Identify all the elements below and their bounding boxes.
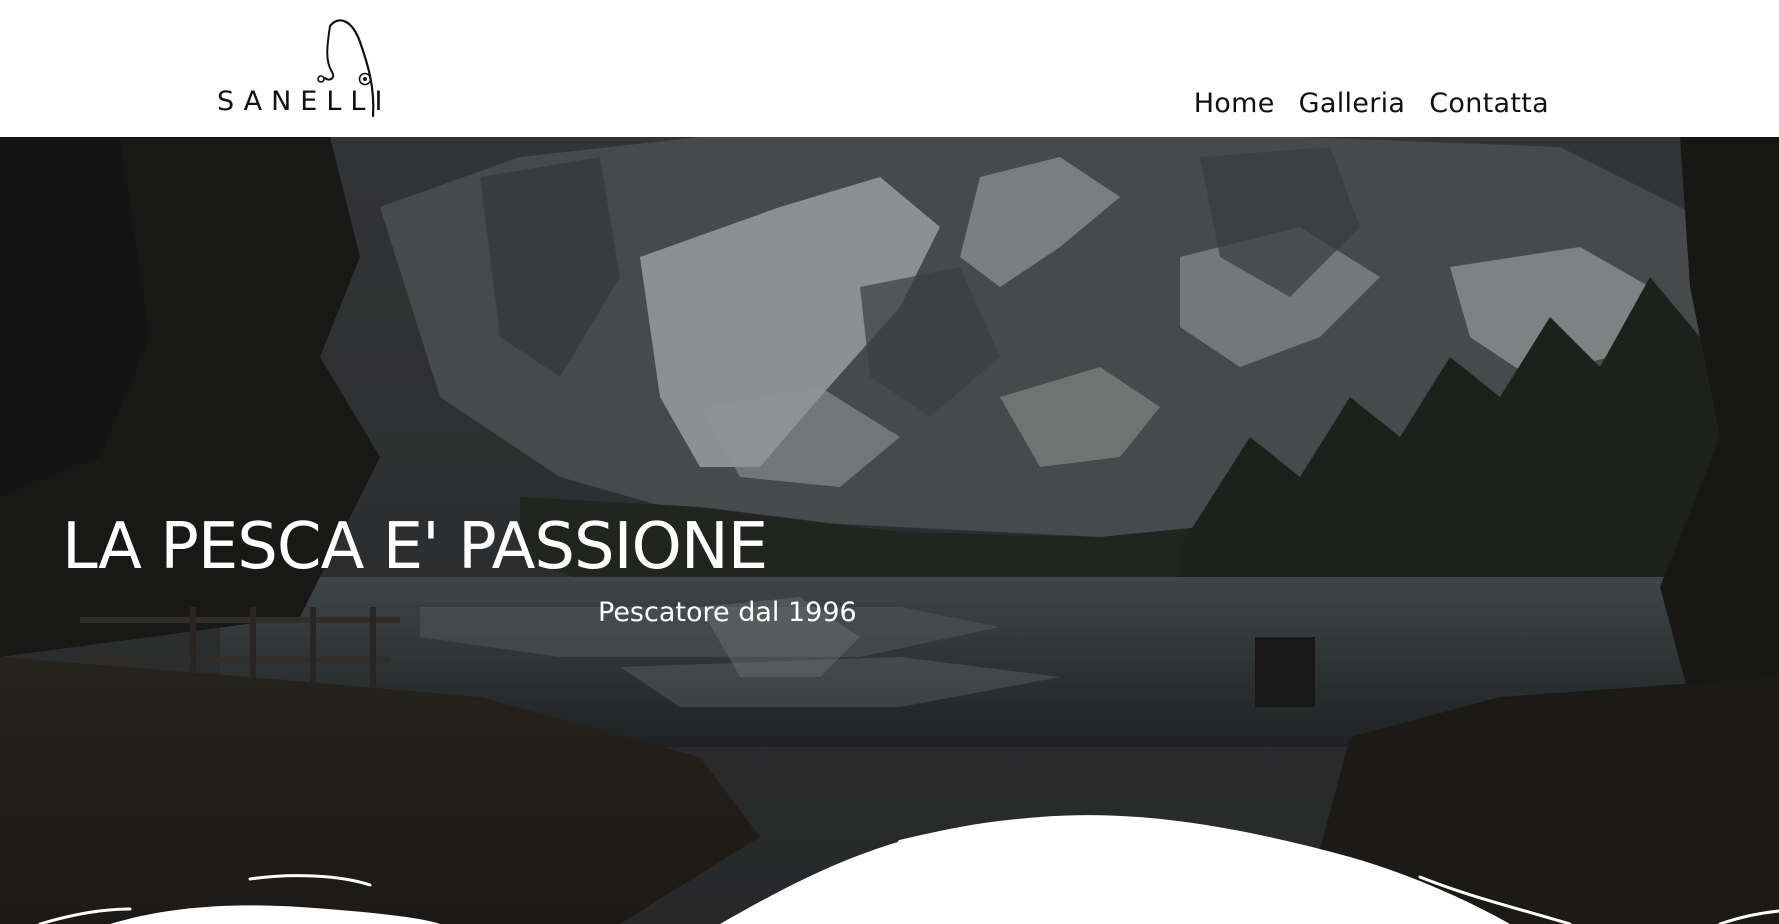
nav-item-galleria[interactable]: Galleria <box>1299 90 1406 117</box>
logo-link[interactable]: SANELLI <box>215 16 395 120</box>
main-nav: Home Galleria Contatta <box>1194 90 1549 117</box>
nav-item-home[interactable]: Home <box>1194 90 1275 117</box>
logo-text: SANELLI <box>217 86 392 117</box>
nav-item-contatta[interactable]: Contatta <box>1429 90 1549 117</box>
site-header: SANELLI Home Galleria Contatta <box>0 0 1779 137</box>
page: SANELLI Home Galleria Contatta LA PESCA … <box>0 0 1779 924</box>
hero-section: LA PESCA E' PASSIONE Pescatore dal 1996 <box>0 137 1779 924</box>
hero-subtitle: Pescatore dal 1996 <box>598 597 857 628</box>
hero-title: LA PESCA E' PASSIONE <box>62 510 768 584</box>
